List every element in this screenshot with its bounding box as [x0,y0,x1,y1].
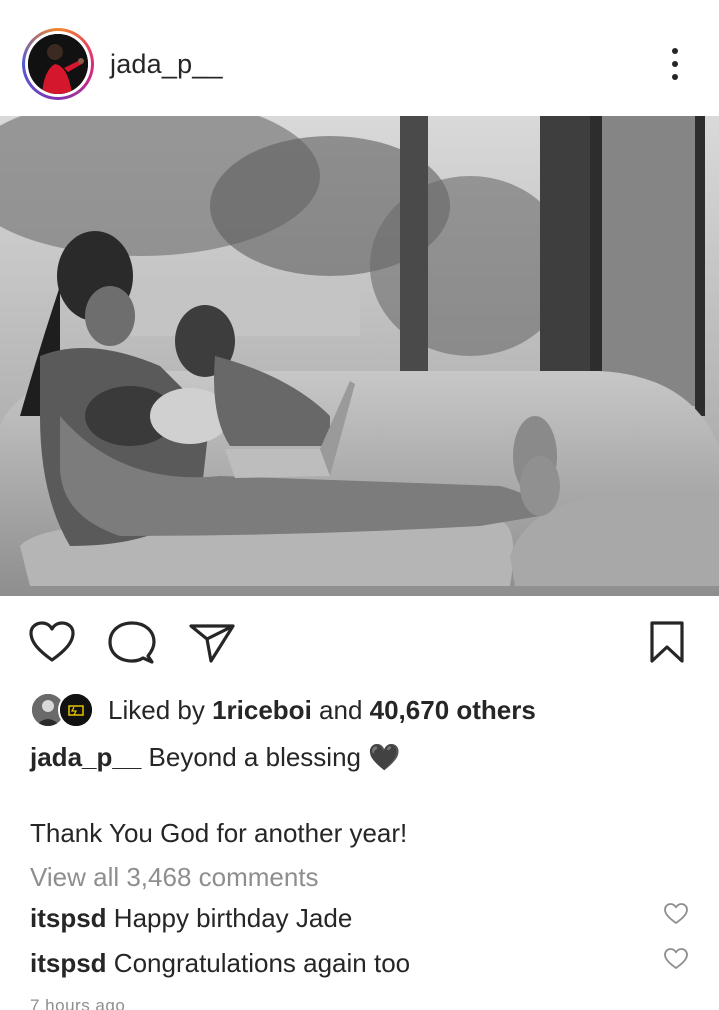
avatar-image [28,34,88,94]
comment-text: Happy birthday Jade [106,903,353,933]
avatar-border [25,31,91,97]
comment-item: itspsd Congratulations again too [30,948,410,979]
likes-prefix: Liked by [108,694,213,725]
likes-others[interactable]: 40,670 others [370,695,536,725]
post-timestamp: 7 hours ago [30,996,126,1010]
comment-icon[interactable] [108,620,156,666]
caption: jada_p__ Beyond a blessing 🖤 [30,742,401,773]
likes-row[interactable]: Liked by 1riceboi and 40,670 others [30,690,536,730]
more-vertical-icon-dot [672,61,678,67]
send-icon[interactable] [188,622,236,664]
story-avatar-ring[interactable] [22,28,94,100]
view-all-comments-link[interactable]: View all 3,468 comments [30,862,319,893]
liker-avatar [58,692,94,728]
caption-line-2: Thank You God for another year! [30,818,408,848]
more-options-button[interactable] [660,44,690,84]
avatar [28,34,88,94]
action-bar [0,600,719,680]
heart-icon[interactable] [28,620,76,664]
comment-username[interactable]: itspsd [30,948,107,978]
post-photo[interactable] [0,116,719,596]
more-vertical-icon-dot [672,74,678,80]
liker-username[interactable]: 1riceboi [212,695,312,725]
caption-username[interactable]: jada_p__ [30,742,141,772]
post-image [0,116,719,596]
liker-avatar-image [60,694,92,726]
more-vertical-icon-dot [672,48,678,54]
comment-username[interactable]: itspsd [30,903,107,933]
bookmark-icon[interactable] [648,620,686,664]
comment-like-heart-icon[interactable] [663,947,689,971]
post-username[interactable]: jada_p__ [110,49,223,80]
comment-text: Congratulations again too [106,948,411,978]
comment-item: itspsd Happy birthday Jade [30,903,352,934]
post-header: jada_p__ [0,0,719,116]
caption-text: Beyond a blessing 🖤 [141,742,401,772]
likes-text: Liked by 1riceboi and 40,670 others [108,695,536,726]
likes-middle: and [311,694,370,725]
comment-like-heart-icon[interactable] [663,902,689,926]
